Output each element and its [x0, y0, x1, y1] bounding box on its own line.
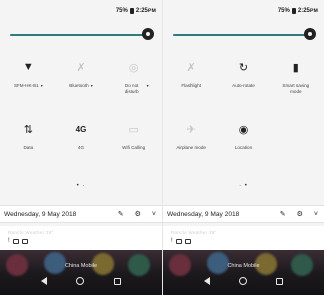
tile-bluetooth[interactable]: ✗ Bluetooth ▾: [55, 60, 108, 108]
gear-icon[interactable]: ⚙: [297, 210, 303, 218]
battery-icon: [291, 8, 296, 14]
notification-text: Ranchi Weather 38°: [8, 230, 54, 235]
alert-icon: !: [171, 238, 173, 244]
tile-data[interactable]: ⇅ Data: [2, 122, 55, 170]
tile-label: Airplane mode: [176, 145, 206, 150]
back-icon[interactable]: [40, 277, 47, 285]
quick-tiles-grid: ▼ SFM-HK-B1 ▾ ✗ Bluetooth ▾ ◎ Do not distu…: [2, 60, 160, 170]
battery-percent: 75%: [115, 8, 128, 14]
tile-wifi-calling[interactable]: ▭ Wifi Calling: [107, 122, 160, 170]
recent-apps-icon[interactable]: [114, 277, 122, 285]
gear-icon[interactable]: ⚙: [135, 210, 141, 218]
image-icon: [21, 238, 28, 244]
tile-label: Wifi Calling: [122, 145, 146, 150]
mobile-data-icon: ⇅: [23, 123, 33, 136]
date-text: Wednesday, 9 May 2018: [4, 210, 77, 218]
navigation-bar: [0, 277, 162, 285]
status-bar: 75% 2:25ᴘᴍ: [116, 8, 156, 14]
tile-auto-rotate[interactable]: ↻ Auto-rotate: [217, 60, 269, 108]
brightness-thumb-icon[interactable]: [142, 28, 154, 40]
tile-do-not-disturb[interactable]: ◎ Do not disturb ▾: [107, 60, 160, 108]
tile-4g[interactable]: 4G 4G: [55, 122, 108, 170]
carrier-label: China Mobile: [227, 263, 260, 269]
tile-label: 4G: [77, 145, 85, 150]
alert-icon: !: [8, 238, 10, 244]
home-screen-background: China Mobile: [163, 250, 324, 295]
tile-smart-saving-mode[interactable]: ▮ Smart saving mode: [270, 60, 322, 108]
bluetooth-off-icon: ✗: [76, 61, 86, 74]
image-icon: [175, 238, 182, 244]
brightness-track[interactable]: [10, 34, 144, 36]
tile-label: Data: [23, 145, 34, 150]
home-icon[interactable]: [76, 277, 85, 285]
status-bar: 75% 2:25ᴘᴍ: [278, 8, 318, 14]
flashlight-icon: ✗: [186, 61, 196, 74]
home-icon[interactable]: [238, 277, 247, 285]
quick-tiles-grid: ✗ Flashlight ↻ Auto-rotate ▮ Smart savin…: [165, 60, 322, 170]
notification-item[interactable]: Ranchi Weather 38° !: [0, 226, 162, 250]
tile-flashlight[interactable]: ✗ Flashlight: [165, 60, 217, 108]
chevron-down-icon[interactable]: ▾: [147, 83, 149, 88]
brightness-thumb-icon[interactable]: [304, 28, 316, 40]
edit-icon[interactable]: ✎: [118, 210, 124, 218]
tile-label: Location: [234, 145, 253, 150]
image-icon: [184, 238, 191, 244]
airplane-icon: ✈: [186, 123, 196, 136]
tile-label: Smart saving mode: [282, 83, 310, 94]
auto-rotate-icon: ↻: [238, 61, 249, 74]
battery-percent: 75%: [277, 8, 290, 14]
notification-text: Ranchi Weather 38°: [171, 230, 217, 235]
navigation-bar: [163, 277, 324, 285]
edit-icon[interactable]: ✎: [280, 210, 286, 218]
tile-label: Do not disturb: [124, 83, 139, 94]
clock: 2:25ᴘᴍ: [297, 8, 318, 14]
tile-label: SFM-HK-B1: [13, 83, 39, 88]
back-icon[interactable]: [203, 277, 210, 285]
chevron-down-icon[interactable]: ▾: [91, 83, 93, 88]
recent-apps-icon[interactable]: [276, 277, 284, 285]
brightness-slider[interactable]: [10, 28, 154, 42]
page-indicator: · •: [239, 183, 248, 189]
brightness-slider[interactable]: [173, 28, 316, 42]
do-not-disturb-icon: ◎: [128, 61, 139, 74]
date-text: Wednesday, 9 May 2018: [167, 210, 240, 218]
home-screen-background: China Mobile: [0, 250, 162, 295]
tile-location[interactable]: ◉ Location: [217, 122, 269, 170]
tile-label: Auto-rotate: [232, 83, 255, 88]
chevron-down-icon[interactable]: ▾: [41, 83, 43, 88]
page-indicator: • ·: [76, 183, 86, 189]
notification-item[interactable]: Ranchi Weather 38° !: [163, 226, 324, 250]
location-icon: ◉: [238, 123, 249, 136]
quick-settings-panel-left: 75% 2:25ᴘᴍ ▼ SFM-HK-B1 ▾ ✗ Bluetooth ▾ ◎ D…: [0, 0, 162, 295]
chevron-down-icon[interactable]: ˅: [314, 211, 318, 218]
4g-icon: 4G: [75, 124, 87, 134]
date-bar: Wednesday, 9 May 2018 ✎ ⚙ ˅: [0, 205, 162, 223]
quick-settings-panel-right: 75% 2:25ᴘᴍ ✗ Flashlight ↻ Auto-rotate ▮ …: [162, 0, 324, 295]
tile-label: Bluetooth: [69, 83, 89, 88]
image-icon: [12, 238, 19, 244]
brightness-track[interactable]: [173, 34, 306, 36]
carrier-label: China Mobile: [64, 263, 98, 269]
clock: 2:25ᴘᴍ: [135, 8, 156, 14]
battery-icon: ▮: [292, 61, 299, 74]
date-bar: Wednesday, 9 May 2018 ✎ ⚙ ˅: [163, 205, 324, 223]
tile-wifi[interactable]: ▼ SFM-HK-B1 ▾: [2, 60, 55, 108]
tile-label: Flashlight: [181, 83, 201, 88]
chevron-down-icon[interactable]: ˅: [152, 211, 156, 218]
battery-icon: [129, 8, 134, 14]
tile-airplane-mode[interactable]: ✈ Airplane mode: [165, 122, 217, 170]
wifi-calling-icon: ▭: [128, 123, 139, 136]
wifi-icon: ▼: [22, 61, 34, 73]
